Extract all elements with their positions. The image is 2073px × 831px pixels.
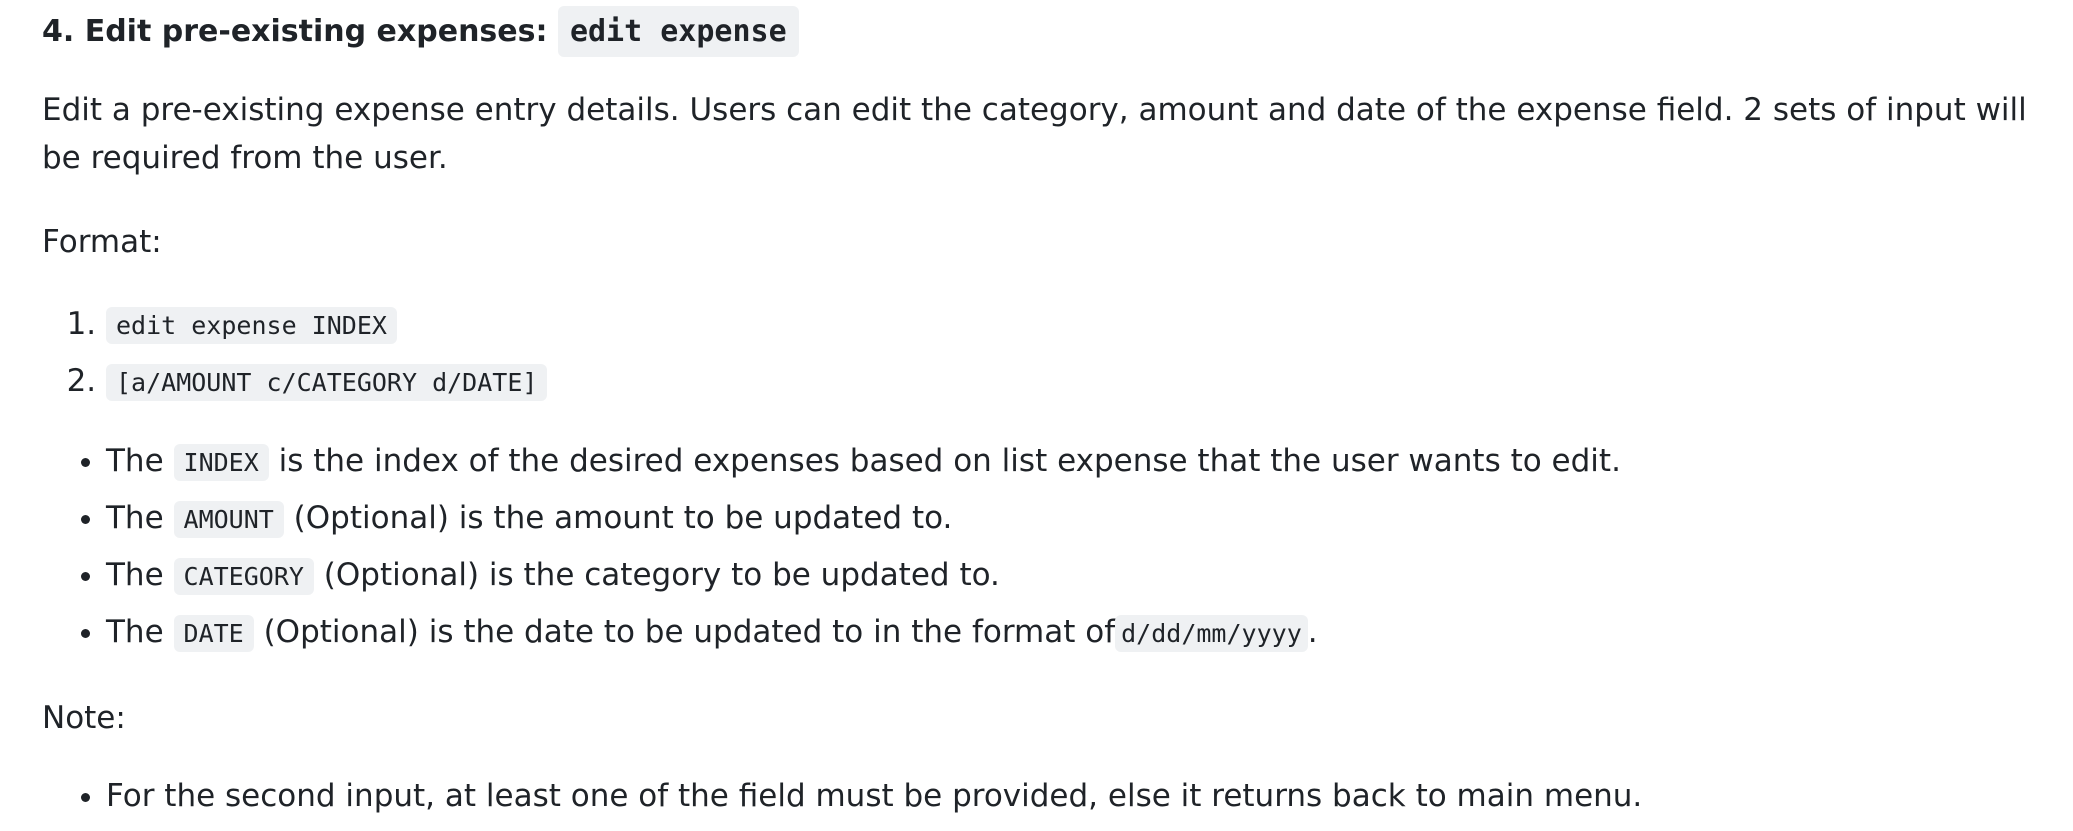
section-heading: 4. Edit pre-existing expenses: edit expe… bbox=[42, 6, 799, 58]
format-label: Format: bbox=[42, 224, 162, 260]
param-text: is the index of the desired expenses bas… bbox=[268, 443, 1621, 479]
param-text: (Optional) is the date to be updated to … bbox=[253, 614, 1116, 650]
param-code-category: CATEGORY bbox=[173, 558, 314, 595]
heading-command-code: edit expense bbox=[557, 6, 799, 57]
description-paragraph: Edit a pre-existing expense entry detail… bbox=[42, 92, 2027, 176]
format-step: edit expense INDEX bbox=[106, 300, 547, 357]
format-steps-list: edit expense INDEX [a/AMOUNT c/CATEGORY … bbox=[42, 300, 548, 414]
note-label: Note: bbox=[42, 700, 126, 736]
param-text: (Optional) is the amount to be updated t… bbox=[283, 500, 953, 536]
param-code-amount: AMOUNT bbox=[173, 501, 284, 538]
parameter-item-amount: The AMOUNT (Optional) is the amount to b… bbox=[106, 494, 1621, 551]
param-text: The bbox=[106, 557, 174, 593]
date-format-code: d/dd/mm/yyyy bbox=[1115, 615, 1308, 652]
format-step-code: edit expense INDEX bbox=[106, 307, 397, 344]
param-text: The bbox=[106, 614, 174, 650]
param-code-index: INDEX bbox=[173, 444, 269, 481]
format-step-code: [a/AMOUNT c/CATEGORY d/DATE] bbox=[106, 364, 548, 401]
parameter-item-category: The CATEGORY (Optional) is the category … bbox=[106, 551, 1621, 608]
parameter-item-date: The DATE (Optional) is the date to be up… bbox=[106, 608, 1621, 665]
param-code-date: DATE bbox=[173, 615, 254, 652]
parameter-list: The INDEX is the index of the desired ex… bbox=[42, 437, 1621, 665]
format-step: [a/AMOUNT c/CATEGORY d/DATE] bbox=[106, 357, 548, 414]
note-item: For the second input, at least one of th… bbox=[106, 772, 1642, 829]
param-text: The bbox=[106, 443, 174, 479]
param-text: The bbox=[106, 500, 174, 536]
param-text: (Optional) is the category to be updated… bbox=[313, 557, 1000, 593]
heading-text: 4. Edit pre-existing expenses: bbox=[42, 14, 558, 49]
parameter-item-index: The INDEX is the index of the desired ex… bbox=[106, 437, 1621, 494]
param-text: . bbox=[1307, 614, 1318, 650]
notes-list: For the second input, at least one of th… bbox=[42, 772, 1642, 829]
